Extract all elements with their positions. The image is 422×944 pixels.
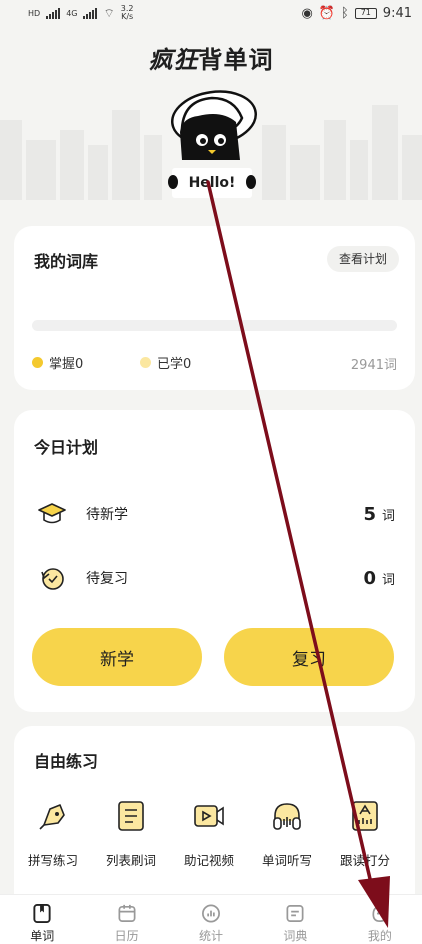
list-icon bbox=[111, 796, 151, 836]
review-button[interactable]: 复习 bbox=[224, 628, 394, 686]
practice-title: 自由练习 bbox=[34, 752, 99, 771]
dictionary-icon bbox=[286, 905, 304, 922]
tab-dictionary[interactable]: 词典 bbox=[253, 895, 337, 944]
alarm-icon: ⏰ bbox=[318, 5, 335, 21]
mascot-greeting: Hello! bbox=[168, 168, 256, 198]
library-title: 我的词库 bbox=[34, 252, 99, 271]
video-icon bbox=[189, 796, 229, 836]
profile-icon bbox=[372, 905, 388, 922]
bottom-tab-bar: 单词 日历 统计 词典 我的 bbox=[0, 894, 422, 944]
library-progress-bar bbox=[32, 320, 397, 331]
status-bar: HD 4G ⌔ 3.2 K/s ◉ ⏰ ᛒ 71 9:41 bbox=[0, 0, 422, 26]
plan-row-new[interactable]: 待新学 5词 bbox=[34, 494, 395, 534]
legend-learned: 已学0 bbox=[140, 353, 191, 372]
mascot-hand bbox=[168, 175, 178, 189]
plan-row-review[interactable]: 待复习 0词 bbox=[34, 558, 395, 598]
tool-spelling[interactable]: 拼写练习 bbox=[14, 796, 92, 869]
view-plan-button[interactable]: 查看计划 bbox=[326, 246, 399, 272]
network-label: 4G bbox=[66, 8, 78, 18]
tab-words[interactable]: 单词 bbox=[0, 895, 84, 944]
score-icon bbox=[345, 796, 385, 836]
learned-dot bbox=[140, 357, 151, 368]
mascot-hand bbox=[246, 175, 256, 189]
tool-video[interactable]: 助记视频 bbox=[170, 796, 248, 869]
eye-icon: ◉ bbox=[301, 5, 313, 21]
tab-stats[interactable]: 统计 bbox=[169, 895, 253, 944]
plan-title: 今日计划 bbox=[34, 438, 99, 457]
tab-calendar[interactable]: 日历 bbox=[84, 895, 168, 944]
free-practice-card: 自由练习 拼写练习 列表刷词 助记视频 单词听写 跟读打分 bbox=[14, 726, 415, 916]
clock-time: 9:41 bbox=[382, 5, 412, 21]
system-indicators: ◉ ⏰ ᛒ 71 9:41 bbox=[301, 6, 412, 21]
tool-list[interactable]: 列表刷词 bbox=[92, 796, 170, 869]
signal-indicators: HD 4G ⌔ 3.2 K/s bbox=[28, 5, 134, 21]
calendar-icon bbox=[118, 904, 136, 922]
signal-icon bbox=[46, 7, 61, 19]
word-library-card[interactable]: 我的词库 查看计划 掌握0 已学0 2941词 bbox=[14, 226, 415, 390]
bluetooth-icon: ᛒ bbox=[340, 5, 349, 21]
signal-icon bbox=[83, 7, 98, 19]
hd-label: HD bbox=[28, 8, 41, 18]
pen-icon bbox=[33, 796, 73, 836]
stats-icon bbox=[202, 904, 220, 923]
total-words: 2941词 bbox=[350, 358, 397, 373]
book-icon bbox=[33, 903, 51, 924]
legend-mastered: 掌握0 bbox=[32, 353, 83, 372]
battery-icon: 71 bbox=[354, 7, 377, 19]
practice-tools: 拼写练习 列表刷词 助记视频 单词听写 跟读打分 bbox=[14, 796, 415, 869]
tool-read-along[interactable]: 跟读打分 bbox=[326, 796, 404, 869]
graduation-cap-icon bbox=[34, 499, 70, 529]
wifi-icon: ⌔ bbox=[103, 5, 115, 20]
new-count: 5 bbox=[363, 503, 376, 525]
review-clock-icon bbox=[34, 563, 70, 593]
mastered-dot bbox=[32, 357, 43, 368]
new-learn-button[interactable]: 新学 bbox=[32, 628, 202, 686]
tool-dictation[interactable]: 单词听写 bbox=[248, 796, 326, 869]
today-plan-card: 今日计划 待新学 5词 待复习 0词 新学 复习 bbox=[14, 410, 415, 712]
tab-profile[interactable]: 我的 bbox=[338, 895, 422, 944]
headphones-icon bbox=[267, 796, 307, 836]
review-count: 0 bbox=[363, 567, 376, 589]
network-speed: 3.2 K/s bbox=[120, 4, 134, 21]
app-title: 疯狂背单词 bbox=[148, 46, 274, 74]
